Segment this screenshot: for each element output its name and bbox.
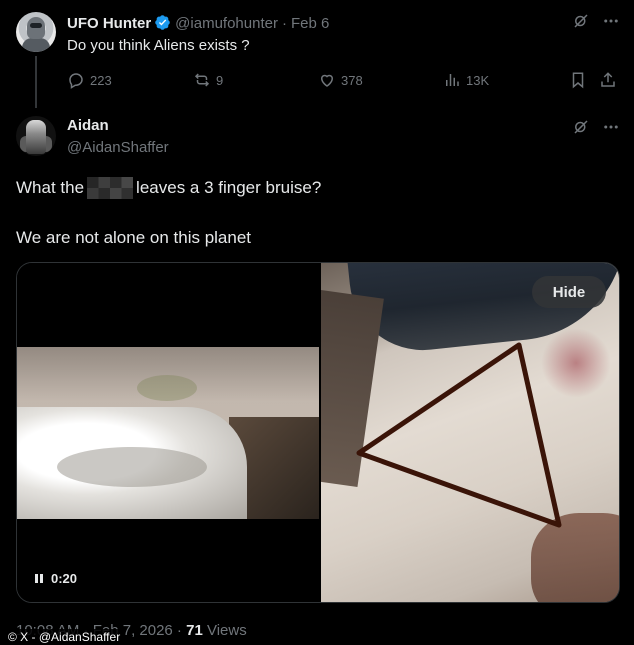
author-handle[interactable]: @AidanShaffer xyxy=(67,139,169,156)
tweet-header: UFO Hunter @iamufohunter · Feb 6 xyxy=(67,13,329,33)
tweet-text-line: We are not alone on this planet xyxy=(16,228,252,247)
reply-button[interactable]: 223 xyxy=(67,71,112,89)
tweet-top-actions xyxy=(572,12,620,30)
grok-icon[interactable] xyxy=(572,118,590,136)
tweet-text-start: What the xyxy=(16,178,85,197)
tweet-date[interactable]: Feb 6 xyxy=(291,15,329,32)
tweet-top-actions xyxy=(572,118,620,136)
image-credit: © X - @AidanShaffer xyxy=(4,629,125,645)
like-icon xyxy=(318,71,336,89)
parent-tweet[interactable]: UFO Hunter @iamufohunter · Feb 6 Do you … xyxy=(0,0,634,110)
views-count: 71 xyxy=(186,622,203,639)
tweet-text-line: What the leaves a 3 finger bruise? xyxy=(16,177,321,199)
video-time: 0:20 xyxy=(51,570,78,586)
thread-connector-line xyxy=(35,56,37,108)
censored-word-blur xyxy=(87,177,134,199)
views-count: 13K xyxy=(466,72,490,88)
media-grid: 0:20 Hide xyxy=(16,262,620,603)
tweet-text: Do you think Aliens exists ? xyxy=(67,37,250,54)
hide-button[interactable]: Hide xyxy=(532,276,606,308)
video-player[interactable]: 0:20 xyxy=(17,263,319,602)
repost-count: 9 xyxy=(216,72,224,88)
media-photo[interactable]: Hide xyxy=(321,263,619,602)
views-button[interactable]: 13K xyxy=(443,71,489,89)
grok-icon[interactable] xyxy=(572,12,590,30)
author-handle[interactable]: @iamufohunter xyxy=(175,15,278,32)
author-name[interactable]: UFO Hunter xyxy=(67,15,151,32)
pause-icon[interactable] xyxy=(35,573,43,583)
views-icon xyxy=(443,71,461,89)
avatar[interactable] xyxy=(16,12,56,52)
verified-badge-icon xyxy=(154,14,171,32)
share-button[interactable] xyxy=(599,71,617,89)
bookmark-icon xyxy=(569,71,587,89)
avatar[interactable] xyxy=(16,116,56,156)
like-count: 378 xyxy=(341,72,363,88)
more-icon[interactable] xyxy=(602,118,620,136)
views-label: Views xyxy=(206,622,247,639)
share-icon xyxy=(599,71,617,89)
drawn-triangle xyxy=(356,342,562,528)
repost-icon xyxy=(193,71,211,89)
video-frame xyxy=(17,347,319,519)
tweet-action-row: 223 9 378 13K xyxy=(67,71,620,91)
like-button[interactable]: 378 xyxy=(318,71,363,89)
tweet-text-end: leaves a 3 finger bruise? xyxy=(136,178,322,197)
bookmark-button[interactable] xyxy=(569,71,587,89)
repost-button[interactable]: 9 xyxy=(193,71,223,89)
video-time-badge[interactable]: 0:20 xyxy=(27,567,85,589)
author-name[interactable]: Aidan xyxy=(67,117,109,134)
reply-icon xyxy=(67,71,85,89)
reply-count: 223 xyxy=(90,72,112,88)
more-icon[interactable] xyxy=(602,12,620,30)
meta-separator: · xyxy=(281,14,287,32)
